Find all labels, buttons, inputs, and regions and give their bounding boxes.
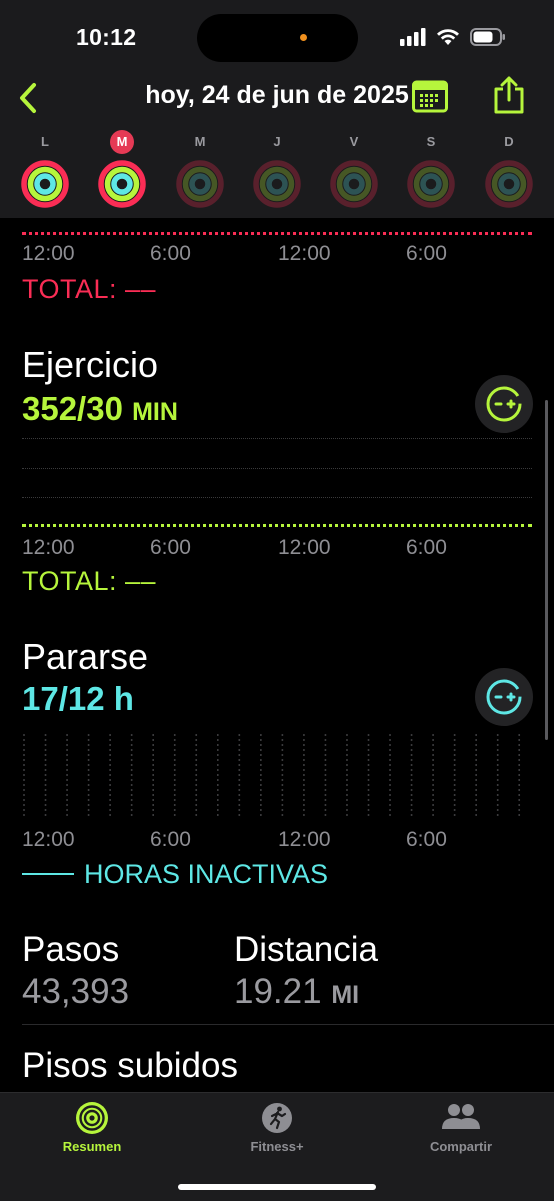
- axis-tick-label: 12:00: [22, 828, 75, 851]
- exercise-unit: MIN: [132, 398, 178, 426]
- axis-tick-label: 6:00: [406, 536, 447, 559]
- activity-rings-icon: [407, 160, 455, 208]
- goal-adjust-icon: [486, 386, 522, 422]
- status-time: 10:12: [76, 24, 137, 50]
- exercise-adjust-goal-button[interactable]: [475, 375, 533, 433]
- stand-hours-chart: [23, 734, 521, 818]
- week-day-2[interactable]: M: [170, 130, 230, 210]
- axis-tick-label: 6:00: [406, 242, 447, 265]
- tab-summary[interactable]: Resumen: [17, 1101, 167, 1154]
- week-day-label: M: [110, 130, 134, 154]
- week-day-label: J: [273, 134, 281, 149]
- activity-rings-icon: [253, 160, 301, 208]
- week-day-label: M: [194, 134, 206, 149]
- status-bar: 10:12: [0, 0, 554, 76]
- move-chart-baseline: [22, 232, 532, 235]
- exercise-chart-baseline: [22, 524, 532, 527]
- steps-label: Pasos: [22, 930, 120, 969]
- exercise-value: 352/30 MIN: [22, 390, 178, 428]
- week-day-label: S: [426, 134, 436, 149]
- week-day-label: L: [41, 134, 49, 149]
- activity-rings-icon: [330, 160, 378, 208]
- calendar-icon[interactable]: [412, 79, 448, 113]
- axis-tick-label: 6:00: [150, 242, 191, 265]
- wifi-icon: [437, 29, 459, 45]
- tab-fitness-plus[interactable]: Fitness+: [202, 1101, 352, 1154]
- summary-header: hoy, 24 de jun de 2025 L M M J V S D: [0, 76, 554, 218]
- goal-adjust-icon: [486, 679, 522, 715]
- home-indicator[interactable]: [178, 1184, 376, 1190]
- exercise-chart-gridline: [22, 497, 532, 498]
- distance-value: 19.21 MI: [234, 972, 359, 1012]
- week-day-label: D: [504, 134, 514, 149]
- battery-icon: [470, 28, 505, 46]
- share-icon[interactable]: [492, 75, 526, 115]
- exercise-chart-gridline: [22, 468, 532, 469]
- distance-label: Distancia: [234, 930, 378, 969]
- date-title: hoy, 24 de jun de 2025: [145, 81, 409, 109]
- axis-tick-label: 12:00: [22, 536, 75, 559]
- activity-rings-icon: [485, 160, 533, 208]
- status-icons: [400, 28, 506, 46]
- axis-tick-label: 6:00: [150, 536, 191, 559]
- week-day-1[interactable]: M: [92, 130, 152, 210]
- tab-label: Resumen: [62, 1139, 122, 1154]
- activity-rings-icon: [98, 160, 146, 208]
- move-total-label: TOTAL: ––: [22, 274, 157, 304]
- axis-tick-label: 12:00: [278, 242, 331, 265]
- summary-content: 12:00 6:00 12:00 6:00 TOTAL: –– Ejercici…: [0, 218, 554, 1092]
- runner-icon: [262, 1103, 292, 1133]
- stand-value: 17/12 h: [22, 680, 134, 717]
- dynamic-island: [197, 14, 358, 62]
- week-day-3[interactable]: J: [247, 130, 307, 210]
- inactive-hours-legend: HORAS INACTIVAS: [22, 858, 328, 890]
- section-divider: [22, 1024, 554, 1025]
- week-day-6[interactable]: D: [479, 130, 539, 210]
- distance-unit: MI: [331, 981, 360, 1009]
- cellular-signal-icon: [400, 28, 426, 46]
- distance-value-number: 19.21: [234, 972, 322, 1011]
- axis-tick-label: 6:00: [150, 828, 191, 851]
- legend-line: [22, 873, 74, 875]
- stand-adjust-goal-button[interactable]: [475, 668, 533, 726]
- legend-label: HORAS INACTIVAS: [84, 858, 329, 889]
- people-icon: [442, 1104, 480, 1129]
- scroll-indicator[interactable]: [545, 400, 548, 740]
- exercise-title: Ejercicio: [22, 344, 159, 385]
- axis-tick-label: 12:00: [278, 828, 331, 851]
- week-day-4[interactable]: V: [324, 130, 384, 210]
- recording-indicator: [300, 34, 307, 41]
- week-day-label: V: [349, 134, 359, 149]
- steps-value: 43,393: [22, 972, 130, 1011]
- activity-rings-icon: [176, 160, 224, 208]
- tab-label: Fitness+: [250, 1139, 304, 1154]
- axis-tick-label: 12:00: [278, 536, 331, 559]
- exercise-total-label: TOTAL: ––: [22, 566, 157, 596]
- exercise-chart-gridline: [22, 438, 532, 439]
- activity-rings-icon: [21, 160, 69, 208]
- floors-label: Pisos subidos: [22, 1046, 238, 1085]
- stand-title: Pararse: [22, 636, 149, 677]
- tab-label: Compartir: [429, 1139, 493, 1154]
- week-day-5[interactable]: S: [401, 130, 461, 210]
- axis-tick-label: 12:00: [22, 242, 75, 265]
- tab-sharing[interactable]: Compartir: [386, 1101, 536, 1154]
- activity-rings-icon: [76, 1102, 108, 1134]
- exercise-value-number: 352/30: [22, 390, 123, 427]
- week-day-0[interactable]: L: [15, 130, 75, 210]
- axis-tick-label: 6:00: [406, 828, 447, 851]
